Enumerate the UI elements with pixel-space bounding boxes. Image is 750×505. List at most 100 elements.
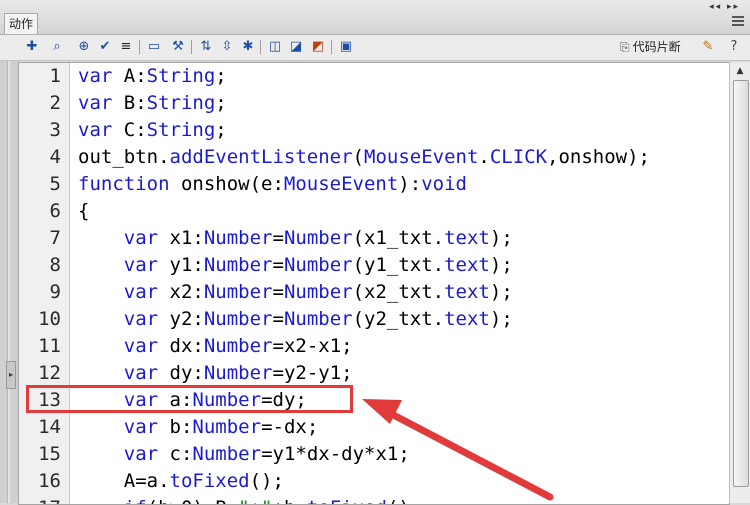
line-number: 8 — [49, 254, 61, 276]
panel-title-bar: 动作 ◂◂ ▸▸ — [0, 0, 750, 35]
code-token: Number — [283, 308, 353, 330]
code-token: { — [78, 200, 90, 222]
line-number: 7 — [49, 227, 61, 249]
code-token: ; — [215, 119, 227, 141]
expand-all-icon[interactable]: ✱ — [240, 39, 256, 55]
code-token: x2: — [158, 281, 204, 303]
line-number: 17 — [19, 495, 61, 504]
script-editor[interactable]: 1 var A:String; 2 var B:String; 3 var C:Strin… — [18, 62, 730, 505]
code-line[interactable]: var b:Number=-dx; — [78, 414, 319, 441]
code-line[interactable]: var A:String; — [78, 63, 227, 90]
remove-comment-icon[interactable]: ◩ — [310, 39, 326, 55]
toolbar-separator — [260, 40, 261, 54]
line-number: 1 — [49, 65, 61, 87]
code-token: out_btn. — [78, 146, 170, 168]
panel-menu-icon[interactable] — [732, 16, 744, 28]
debug-options-icon[interactable]: ⚒ — [170, 39, 186, 55]
collapse-selection-icon[interactable]: ⇳ — [219, 39, 235, 55]
code-token: onshow(e: — [169, 173, 284, 195]
code-line[interactable]: var B:String; — [78, 90, 227, 117]
line-number: 16 — [38, 470, 61, 492]
line-number: 9 — [49, 281, 61, 303]
check-syntax-icon[interactable]: ✔ — [97, 39, 113, 55]
code-line[interactable]: { — [78, 198, 89, 225]
code-token: CLICK — [489, 146, 548, 168]
line-number: 12 — [38, 362, 61, 384]
code-token: Number — [203, 281, 273, 303]
find-icon[interactable]: ⌕ — [49, 39, 65, 55]
line-number: 2 — [49, 92, 61, 114]
code-token: A=a. — [78, 470, 170, 492]
collapse-braces-icon[interactable]: ⇅ — [198, 39, 214, 55]
code-line[interactable]: var y2:Number=Number(y2_txt.text); — [78, 306, 513, 333]
code-line[interactable]: var x2:Number=Number(x2_txt.text); — [78, 279, 513, 306]
code-token: = — [272, 281, 284, 303]
apply-block-comment-icon[interactable]: ◫ — [267, 39, 283, 55]
code-token: Number — [203, 227, 273, 249]
code-token: var — [123, 362, 159, 384]
wand-icon[interactable]: ✎ — [700, 39, 716, 55]
code-token: (y1_txt. — [352, 254, 445, 276]
code-line[interactable]: out_btn.addEventListener(MouseEvent.CLIC… — [78, 144, 650, 171]
code-token: void — [421, 173, 467, 195]
code-token: var — [123, 254, 159, 276]
code-token: ; — [215, 65, 227, 87]
line-number: 3 — [49, 119, 61, 141]
code-token: x1: — [158, 227, 204, 249]
code-snippets-button[interactable]: ⎘ 代码片断 — [620, 39, 681, 55]
code-token: dy: — [158, 362, 204, 384]
code-token: ( — [352, 146, 364, 168]
code-line[interactable]: var dy:Number=y2-y1; — [78, 360, 353, 387]
code-token: var — [123, 308, 159, 330]
help-icon[interactable]: ? — [726, 39, 742, 55]
code-line[interactable]: function onshow(e:MouseEvent):void — [78, 171, 467, 198]
code-token: Number — [283, 254, 353, 276]
collapse-panel-control[interactable]: ◂◂ ▸▸ — [709, 2, 740, 12]
code-token: ); — [489, 281, 513, 303]
show-hide-toolbox-icon[interactable]: ▣ — [338, 39, 354, 55]
code-line[interactable]: if(b>0) B="+"+b.toFixed() — [78, 495, 410, 504]
add-script-icon[interactable]: ✚ — [24, 39, 40, 55]
vertical-scrollbar[interactable]: ▲ — [729, 62, 750, 503]
scrollbar-thumb[interactable] — [733, 80, 749, 487]
apply-line-comment-icon[interactable]: ◪ — [288, 39, 304, 55]
code-token: b: — [158, 416, 193, 438]
auto-format-icon[interactable]: ≡ — [118, 39, 134, 55]
code-token: =y2-y1; — [272, 362, 353, 384]
code-token: var — [123, 281, 159, 303]
code-hint-icon[interactable]: ▭ — [146, 39, 162, 55]
code-token: var — [123, 335, 159, 357]
code-token: text — [444, 254, 490, 276]
code-token: ; — [215, 92, 227, 114]
code-token: text — [444, 281, 490, 303]
code-token: =x2-x1; — [272, 335, 353, 357]
code-token: toFixed — [307, 497, 387, 504]
expand-toolbox-handle[interactable]: ▸ — [6, 361, 16, 389]
code-line[interactable]: var C:String; — [78, 117, 227, 144]
code-token: Number — [283, 227, 353, 249]
code-line[interactable]: var y1:Number=Number(y1_txt.text); — [78, 252, 513, 279]
tab-actions[interactable]: 动作 — [4, 13, 38, 34]
target-icon[interactable]: ⊕ — [76, 39, 92, 55]
code-line[interactable]: var dx:Number=x2-x1; — [78, 333, 353, 360]
line-number: 14 — [38, 416, 61, 438]
code-token: = — [272, 308, 284, 330]
code-token: String — [146, 92, 216, 114]
code-token: (x1_txt. — [352, 227, 445, 249]
code-token: Number — [203, 362, 273, 384]
code-line[interactable]: var c:Number=y1*dx-dy*x1; — [78, 441, 410, 468]
code-line[interactable]: var x1:Number=Number(x1_txt.text); — [78, 225, 513, 252]
toolbar-separator — [139, 40, 140, 54]
line-number: 5 — [49, 173, 61, 195]
code-line[interactable]: A=a.toFixed(); — [78, 468, 284, 495]
code-token: () — [387, 497, 410, 504]
code-token: y2: — [158, 308, 204, 330]
scroll-up-icon[interactable]: ▲ — [734, 65, 746, 77]
code-token: ): — [398, 173, 422, 195]
